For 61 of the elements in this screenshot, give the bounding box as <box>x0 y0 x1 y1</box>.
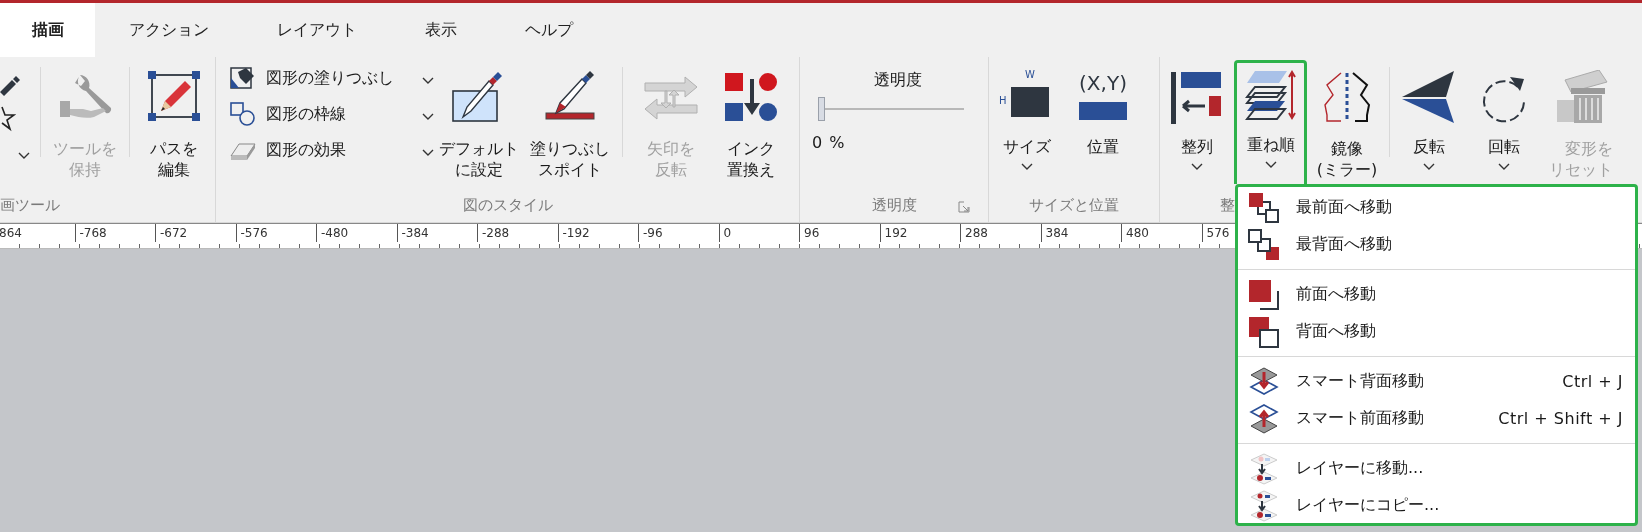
menu-item[interactable]: スマート前面移動 Ctrl + Shift + J <box>1238 400 1635 437</box>
chevron-icon <box>18 152 30 160</box>
fill-eyedropper-button[interactable]: 塗りつぶしスポイト <box>524 62 616 187</box>
smart-order-icon <box>1248 365 1280 398</box>
ribbon-tab[interactable]: ヘルプ <box>491 3 607 57</box>
size-button[interactable]: W H サイズ <box>989 62 1065 187</box>
menu-item[interactable]: 背面へ移動 <box>1238 313 1635 350</box>
chevron-icon <box>1191 163 1203 171</box>
ribbon-tab[interactable]: アクション <box>95 3 243 57</box>
dialog-launcher-icon[interactable] <box>958 201 970 213</box>
menu-item[interactable]: 前面へ移動 <box>1238 276 1635 313</box>
group-label: サイズと位置 <box>1029 196 1119 216</box>
chevron-icon <box>1264 161 1277 169</box>
trash-icon <box>1555 70 1609 124</box>
group-label: 図のスタイル <box>462 196 553 216</box>
align-button[interactable]: 整列 <box>1160 62 1234 187</box>
set-default-button[interactable]: デフォルトに設定 <box>434 62 524 187</box>
group-label: 整 <box>1220 196 1235 216</box>
layers-icon <box>1244 68 1297 122</box>
menu-item[interactable]: 最前面へ移動 <box>1238 189 1635 226</box>
dropdown-button[interactable]: 図形の塗りつぶし <box>230 62 434 94</box>
ribbon-tab[interactable]: 描画 <box>0 3 95 57</box>
dropdown-button[interactable]: 図形の効果 <box>230 134 434 166</box>
dropdown-button[interactable]: 図形の枠線 <box>230 98 434 130</box>
align-left-icon <box>1171 70 1223 124</box>
transparency-title: 透明度 <box>874 70 922 91</box>
chevron-icon <box>422 149 434 157</box>
shortcut-label: Ctrl + Shift + J <box>1498 409 1623 428</box>
replace-ink-button[interactable]: インク置換え <box>713 62 789 187</box>
chevron-icon <box>422 113 434 121</box>
edit-path-button[interactable]: パスを編集 <box>130 62 218 187</box>
ribbon-tab[interactable]: レイアウト <box>243 3 391 57</box>
flip-button[interactable]: 反転 <box>1392 62 1466 187</box>
bring-forward-icon <box>1248 315 1280 348</box>
bring-to-front-icon <box>1248 228 1280 261</box>
position-button[interactable]: (X,Y) 位置 <box>1065 62 1141 187</box>
flip-triangle-icon <box>1402 70 1456 124</box>
group-label: 透明度 <box>871 196 917 216</box>
arrange-order-button[interactable]: 重ね順 <box>1234 60 1307 184</box>
bring-to-front-icon <box>1248 191 1280 224</box>
replace-colors-icon <box>723 70 779 124</box>
chevron-icon <box>1021 163 1033 171</box>
chevron-icon <box>1423 163 1435 171</box>
paint-bucket-icon <box>230 66 256 90</box>
bring-forward-icon <box>1248 278 1280 311</box>
menu-item[interactable]: レイヤーに移動... <box>1238 450 1635 487</box>
smart-order-icon <box>1248 402 1280 435</box>
ribbon-tab[interactable]: 表示 <box>391 3 491 57</box>
rotate-button[interactable]: 回転 <box>1466 62 1542 187</box>
mirror-button[interactable]: 鏡像 (ミラー) <box>1307 62 1387 187</box>
chevron-icon <box>1498 163 1510 171</box>
group-label: 画ツール <box>0 196 60 216</box>
layer-move-icon <box>1248 452 1280 485</box>
menu-item[interactable]: スマート背面移動 Ctrl + J <box>1238 363 1635 400</box>
pencil-frame-icon <box>147 70 201 124</box>
chevron-icon <box>422 77 434 85</box>
transparency-value: 0 % <box>812 133 846 152</box>
shortcut-label: Ctrl + J <box>1562 372 1623 391</box>
menu-item[interactable]: レイヤーにコピー... <box>1238 487 1635 524</box>
layer-move-icon <box>1248 489 1280 522</box>
shapes-outline-icon <box>230 102 256 126</box>
